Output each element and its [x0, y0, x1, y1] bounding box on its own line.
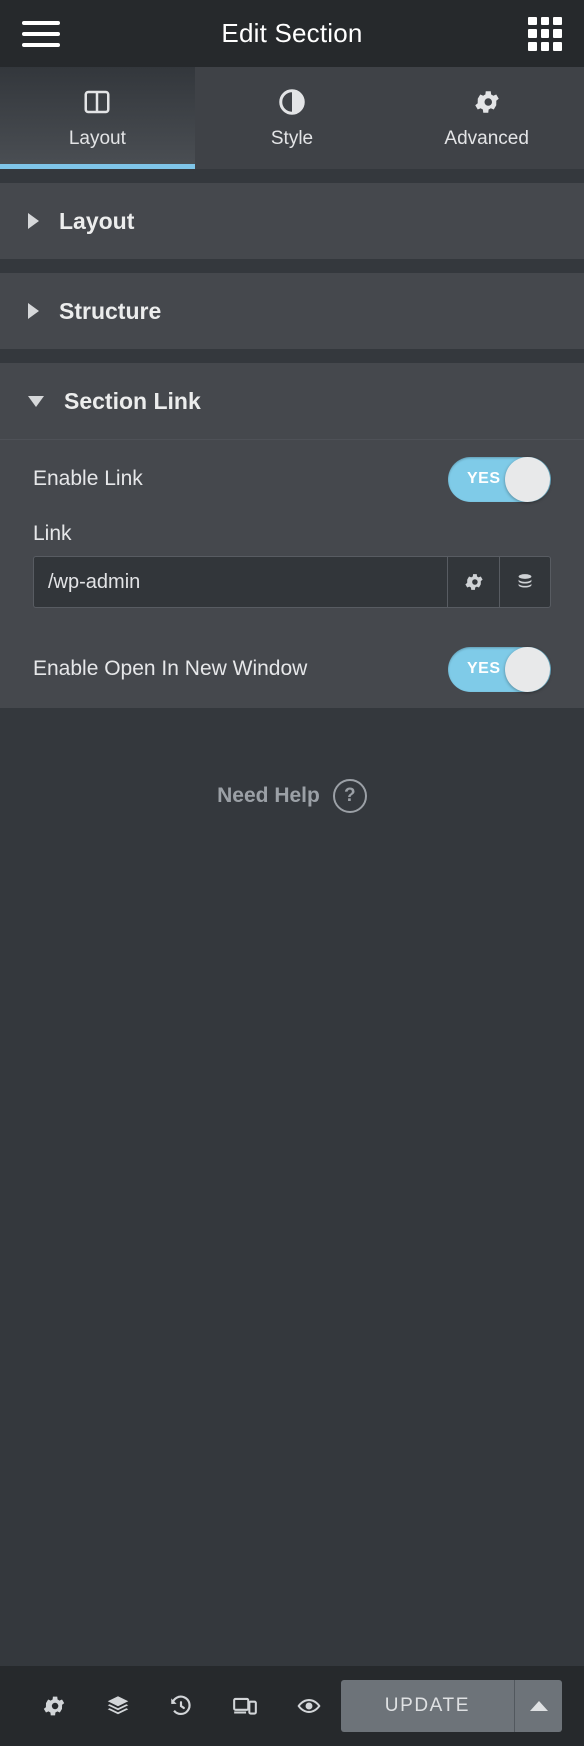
tab-style-label: Style — [270, 127, 314, 149]
gear-icon — [472, 87, 502, 117]
link-label: Link — [33, 522, 72, 545]
panel-tabs: Layout Style Advanced — [0, 67, 584, 169]
tab-layout-label: Layout — [68, 127, 126, 149]
update-button[interactable]: UPDATE — [340, 1680, 515, 1732]
section-header-layout[interactable]: Layout — [0, 183, 584, 259]
section-title-structure: Structure — [59, 297, 162, 324]
update-button-group: UPDATE — [340, 1680, 563, 1732]
tab-style[interactable]: Style — [195, 67, 390, 169]
enable-new-window-toggle-value: YES — [467, 660, 501, 677]
enable-new-window-label: Enable Open In New Window — [33, 657, 308, 680]
control-row-enable-new-window: Enable Open In New Window YES — [33, 630, 551, 708]
chevron-right-icon — [28, 213, 39, 229]
section-separator — [0, 259, 584, 273]
columns-layout-icon — [82, 87, 112, 117]
settings-gear-icon[interactable] — [22, 1666, 86, 1746]
enable-new-window-toggle[interactable]: YES — [448, 646, 551, 692]
chevron-down-icon — [28, 395, 44, 407]
page-title: Edit Section — [221, 18, 363, 48]
layers-navigator-icon[interactable] — [86, 1666, 150, 1746]
responsive-devices-icon[interactable] — [213, 1666, 277, 1746]
section-header-structure[interactable]: Structure — [0, 273, 584, 349]
control-link: Link — [33, 518, 551, 608]
need-help-label: Need Help — [217, 784, 320, 807]
link-options-gear-icon[interactable] — [447, 556, 499, 608]
chevron-up-icon[interactable] — [514, 1680, 563, 1732]
section-header-section-link[interactable]: Section Link — [0, 363, 584, 439]
question-circle-icon: ? — [332, 779, 367, 813]
tab-advanced[interactable]: Advanced — [389, 67, 584, 169]
grid-apps-icon[interactable] — [528, 16, 562, 51]
section-body-section-link: Enable Link YES Link /wp-admin Enable Op… — [0, 439, 584, 708]
need-help-link[interactable]: Need Help ? — [217, 776, 367, 816]
tab-advanced-label: Advanced — [444, 127, 529, 149]
section-title-section-link: Section Link — [64, 387, 201, 414]
link-input[interactable] — [33, 556, 447, 608]
link-input-group — [33, 556, 551, 608]
hamburger-menu-icon[interactable] — [22, 19, 60, 49]
elementor-editor-panel: Edit Section Layout Style Advanced Layou… — [0, 0, 584, 1746]
toggle-knob — [505, 456, 550, 502]
history-revisions-icon[interactable] — [150, 1666, 214, 1746]
chevron-right-icon — [28, 303, 39, 319]
enable-link-label: Enable Link — [33, 467, 143, 490]
panel-footer: UPDATE — [0, 1666, 584, 1746]
toggle-knob — [505, 646, 550, 692]
enable-link-toggle-value: YES — [467, 470, 501, 487]
contrast-half-circle-icon — [277, 87, 307, 117]
tab-layout[interactable]: Layout — [0, 67, 195, 169]
enable-link-toggle[interactable]: YES — [448, 456, 551, 502]
control-row-enable-link: Enable Link YES — [33, 440, 551, 518]
preview-eye-icon[interactable] — [277, 1666, 341, 1746]
section-separator — [0, 169, 584, 183]
panel-filler: Need Help ? — [0, 708, 584, 1666]
dynamic-tags-database-stack-icon[interactable] — [499, 556, 551, 608]
section-separator — [0, 349, 584, 363]
section-title-layout: Layout — [59, 207, 135, 234]
panel-header: Edit Section — [0, 0, 584, 67]
